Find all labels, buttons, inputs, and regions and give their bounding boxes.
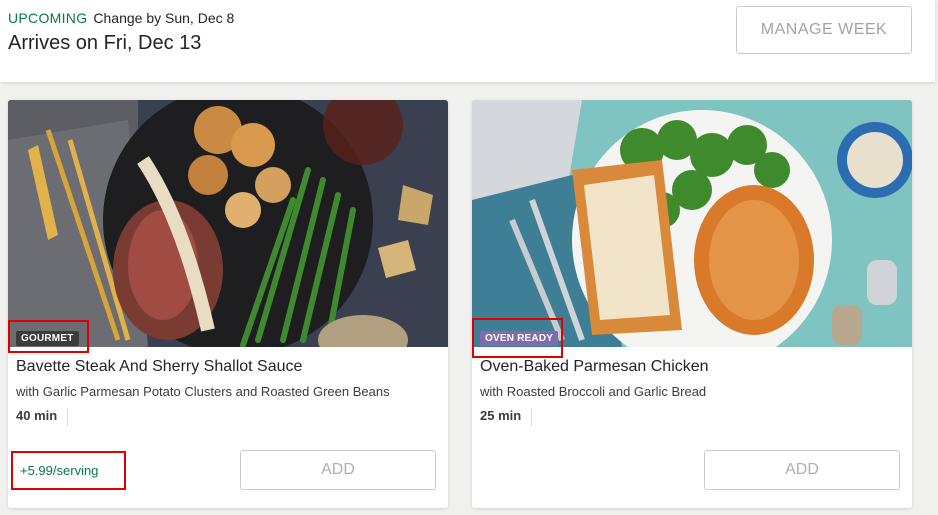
status-line: UPCOMING Change by Sun, Dec 8 xyxy=(8,10,234,26)
meal-image[interactable] xyxy=(8,100,448,347)
meal-title[interactable]: Oven-Baked Parmesan Chicken xyxy=(480,358,709,376)
arrival-date: Arrives on Fri, Dec 13 xyxy=(8,32,202,54)
add-meal-button[interactable]: ADD xyxy=(704,450,900,490)
add-meal-button[interactable]: ADD xyxy=(240,450,436,490)
status-tag: UPCOMING xyxy=(8,10,88,26)
meal-subtitle: with Roasted Broccoli and Garlic Bread xyxy=(480,384,707,399)
cook-time: 40 min xyxy=(16,408,69,426)
change-deadline: Change by Sun, Dec 8 xyxy=(93,10,235,26)
meal-title[interactable]: Bavette Steak And Sherry Shallot Sauce xyxy=(16,358,302,376)
oven-ready-badge: OVEN READY xyxy=(480,331,559,346)
delivery-header: UPCOMING Change by Sun, Dec 8 Arrives on … xyxy=(0,0,935,82)
price-per-serving: +5.99/serving xyxy=(20,463,99,478)
manage-week-button[interactable]: MANAGE WEEK xyxy=(736,6,912,54)
meal-card[interactable]: GOURMET Bavette Steak And Sherry Shallot… xyxy=(8,100,448,508)
gourmet-badge: GOURMET xyxy=(16,331,79,346)
meal-image[interactable] xyxy=(472,100,912,347)
meal-subtitle: with Garlic Parmesan Potato Clusters and… xyxy=(16,384,390,399)
steak-plate-photo xyxy=(8,100,448,347)
chicken-plate-photo xyxy=(472,100,912,347)
cook-time: 25 min xyxy=(480,408,533,426)
meal-card[interactable]: OVEN READY Oven-Baked Parmesan Chicken w… xyxy=(472,100,912,508)
